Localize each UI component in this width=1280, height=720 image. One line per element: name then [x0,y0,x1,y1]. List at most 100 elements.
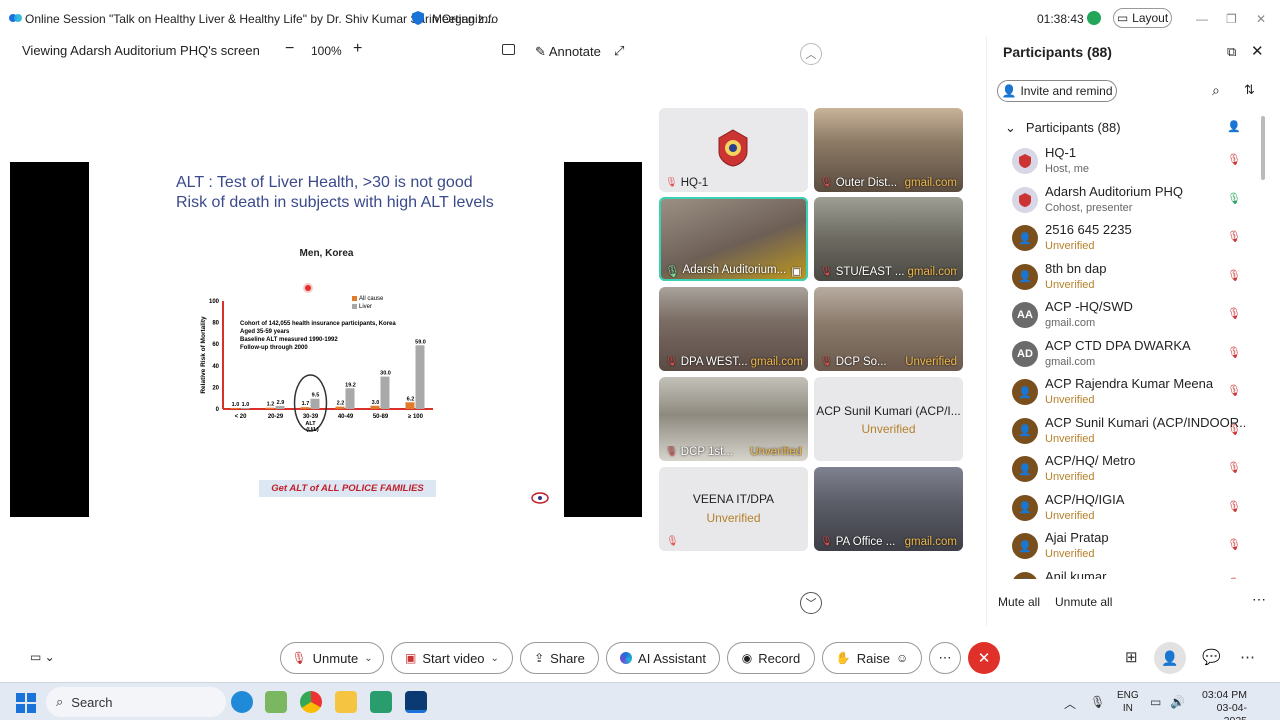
mic-on-icon[interactable]: 🎙 [1227,192,1241,205]
more-options-icon[interactable]: ⋯ [1252,591,1266,608]
scrollbar[interactable] [1261,116,1265,180]
mic-muted-icon[interactable]: 🎙 [1227,230,1241,243]
webex-taskbar-icon[interactable] [405,691,427,713]
mic-muted-icon[interactable]: 🎙 [1090,695,1105,709]
list-item[interactable]: AA ACP -HQ/SWD gmail.com 🎙 [987,296,1257,335]
list-item[interactable]: 👤 ACP/HQ/ Metro Unverified 🎙 [987,450,1257,489]
list-item[interactable]: 👤 8th bn dap Unverified 🎙 [987,258,1257,297]
mic-muted-icon[interactable]: 🎙 [1227,461,1241,474]
close-icon[interactable]: ✕ [1251,42,1264,60]
tile-label: 🎙 HQ-1 [665,177,802,189]
video-tile-hq1[interactable]: 🎙 HQ-1 [659,108,808,192]
pop-out-icon[interactable] [502,44,515,55]
video-tile-dcp-so[interactable]: 🎙 DCP So... Unverified [814,287,963,371]
shield-icon[interactable] [410,10,426,26]
mic-muted-icon[interactable]: 🎙 [1227,538,1241,551]
fullscreen-icon[interactable]: ⤢ [614,43,624,59]
video-tile-outer-dist[interactable]: 🎙 Outer Dist... gmail.com [814,108,963,192]
search-icon: ⌕ [56,694,64,709]
windows-start-icon[interactable] [16,693,36,713]
ilbs-logo-icon [531,492,549,504]
language-indicator[interactable]: ENG IN [1117,689,1139,715]
mic-muted-icon[interactable]: 🎙 [1227,269,1241,282]
meeting-timer: 01:38:43 [1037,12,1084,26]
list-item[interactable]: 👤 ACP Sunil Kumari (ACP/INDOOR... Unverifi… [987,412,1257,451]
tile-name: DCP 1st... [680,446,733,458]
app-icon[interactable] [265,691,287,713]
more-button[interactable]: ⋯ [929,642,961,674]
record-button[interactable]: ◉ Record [727,642,815,674]
mic-muted-icon[interactable]: 🎙 [1227,346,1241,359]
notes-icon[interactable] [370,691,392,713]
list-item[interactable]: 👤 2516 645 2235 Unverified 🎙 [987,219,1257,258]
chrome-icon[interactable] [300,691,322,713]
participant-sub: gmail.com [1045,317,1096,329]
mic-muted-icon[interactable]: 🎙 [1227,500,1241,513]
mic-muted-icon[interactable]: 🎙 [1227,423,1241,436]
participants-button[interactable]: 👤 [1154,642,1186,674]
close-window-icon[interactable]: ✕ [1256,12,1266,26]
annotate-button[interactable]: ✎ Annotate [535,44,601,60]
mic-muted-icon[interactable]: 🎙 [1227,153,1241,166]
unmute-all-button[interactable]: Unmute all [1055,595,1112,609]
volume-icon[interactable]: 🔊 [1170,695,1185,709]
zoom-out-icon[interactable]: − [285,40,294,58]
invite-remind-button[interactable]: 👤 Invite and remind [997,80,1117,102]
video-tile-dpa-west[interactable]: 🎙 DPA WEST... gmail.com [659,287,808,371]
more-options-icon[interactable]: ⋯ [1240,648,1255,666]
scroll-down-icon[interactable]: ﹀ [800,592,822,614]
unmute-button[interactable]: 🎙 Unmute ⌄ [280,642,384,674]
network-icon[interactable]: ▭ [1150,695,1161,709]
region-code: IN [1122,703,1133,714]
list-item[interactable]: 👤 Anil kumar 🎙 [987,566,1257,580]
chat-icon[interactable]: 💬 [1202,648,1221,666]
maximize-icon[interactable]: ❐ [1226,12,1237,26]
video-tile-veena[interactable]: VEENA IT/DPA Unverified 🎙 [659,467,808,551]
mic-muted-icon[interactable]: 🎙 [1227,577,1241,580]
zoom-in-icon[interactable]: + [353,40,362,58]
x-tick-label: 50-89 [373,414,389,420]
chevron-up-icon[interactable]: ︿ [1064,695,1076,712]
connection-status-icon[interactable] [1087,11,1101,25]
video-tile-pa-office[interactable]: 🎙 PA Office ... gmail.com [814,467,963,551]
mic-muted-icon[interactable]: 🎙 [1227,384,1241,397]
tile-tag: Unverified [905,356,957,368]
avatar: 👤 [1012,379,1038,405]
taskbar-search[interactable]: ⌕ Search [46,687,226,717]
shared-screen[interactable]: ALT : Test of Liver Health, >30 is not g… [10,162,642,517]
mute-all-button[interactable]: Mute all [998,595,1040,609]
participants-group-header[interactable]: ⌄ Participants (88) 👤 [1005,120,1241,136]
layout-icon: ▭ [1116,11,1129,25]
raise-hand-button[interactable]: ✋ Raise ☺ [822,642,922,674]
video-tile-adarsh[interactable]: 🎙 Adarsh Auditorium... ▣ [659,197,808,281]
list-item[interactable]: 👤 Ajai Pratap Unverified 🎙 [987,527,1257,566]
taskbar-clock[interactable]: 03:04 PM 03-04-2025 [1195,689,1247,720]
leave-meeting-button[interactable]: ✕ [968,642,1000,674]
captions-icon[interactable]: ▭ ⌄ [30,650,55,664]
scroll-up-icon[interactable]: ︿ [800,43,822,65]
ai-assistant-button[interactable]: AI Assistant [606,642,720,674]
video-tile-stu-east[interactable]: 🎙 STU/EAST ... gmail.com [814,197,963,281]
minimize-icon[interactable]: — [1196,12,1208,26]
chevron-down-icon[interactable]: ⌄ [364,653,372,664]
list-item[interactable]: AD ACP CTD DPA DWARKA gmail.com 🎙 [987,335,1257,374]
layout-button[interactable]: ▭ Layout [1113,8,1172,28]
chevron-down-icon[interactable]: ⌄ [491,653,499,664]
popout-icon[interactable]: ⧉ [1227,44,1236,60]
list-item[interactable]: HQ-1 Host, me 🎙 [987,142,1257,181]
list-item[interactable]: 👤 ACP/HQ/IGIA Unverified 🎙 [987,489,1257,528]
start-video-button[interactable]: ▣ Start video ⌄ [391,642,513,674]
search-icon[interactable]: ⌕ [1212,82,1220,99]
apps-icon[interactable]: ⊞ [1125,648,1138,666]
list-item[interactable]: 👤 ACP Rajendra Kumar Meena Unverified 🎙 [987,373,1257,412]
sort-icon[interactable]: ⇅ [1244,82,1255,98]
share-button[interactable]: ⇪ Share [520,642,599,674]
reaction-icon[interactable]: ☺ [896,651,908,665]
video-tile-acp-sunil[interactable]: ACP Sunil Kumari (ACP/I... Unverified [814,377,963,461]
file-explorer-icon[interactable] [335,691,357,713]
video-tile-dcp-1st[interactable]: 🎙 DCP 1st... Unverified [659,377,808,461]
edge-icon[interactable] [231,691,253,713]
meeting-info-button[interactable]: Meeting Info [432,12,498,26]
mic-muted-icon[interactable]: 🎙 [1227,307,1241,320]
list-item[interactable]: Adarsh Auditorium PHQ Cohost, presenter 🎙 [987,181,1257,220]
